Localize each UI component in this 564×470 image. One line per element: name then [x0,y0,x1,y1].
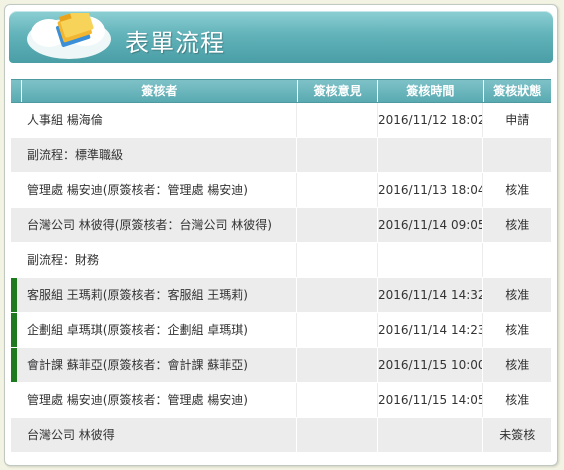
approver-cell: 管理處 楊安迪(原簽核者：管理處 楊安迪) [26,393,248,407]
status-cell [482,138,551,172]
opinion-cell [296,313,377,347]
table-row: 台灣公司 林彼得(原簽核者：台灣公司 林彼得) 2016/11/14 09:05 核… [11,208,551,243]
status-cell: 核准 [482,313,551,347]
opinion-cell [296,138,377,172]
row-status-marker [11,348,17,382]
time-cell: 2016/11/14 14:23 [376,313,482,347]
table-body: 人事組 楊海倫 2016/11/12 18:02 申請副流程：標準職級管理處 楊安迪… [11,103,551,453]
approver-cell: 會計課 蘇菲亞(原簽核者：會計課 蘇菲亞) [26,358,248,372]
row-status-marker [11,243,17,277]
status-cell: 未簽核 [482,418,551,452]
time-cell [376,243,482,277]
opinion-cell [296,173,377,207]
header-marker-column [11,80,21,102]
row-status-marker [11,173,17,207]
status-cell: 核准 [482,208,551,242]
approver-cell: 副流程：標準職級 [26,148,123,162]
row-status-marker [11,418,17,452]
form-flow-panel: 表單流程 簽核者 簽核意見 簽核時間 簽核狀態 人事組 楊海倫 2016/11/1… [4,4,558,466]
row-status-marker [11,103,17,137]
status-cell: 申請 [482,103,551,137]
table-row: 企劃組 卓瑪琪(原簽核者：企劃組 卓瑪琪) 2016/11/14 14:23 核准 [11,313,551,348]
row-status-marker [11,278,17,312]
table-row: 副流程：財務 [11,243,551,278]
table-row: 台灣公司 林彼得 未簽核 [11,418,551,453]
column-header-time: 簽核時間 [377,80,482,102]
table-row: 會計課 蘇菲亞(原簽核者：會計課 蘇菲亞) 2016/11/15 10:00 核准 [11,348,551,383]
time-cell: 2016/11/14 09:05 [376,208,482,242]
approval-table: 簽核者 簽核意見 簽核時間 簽核狀態 人事組 楊海倫 2016/11/12 18:… [11,79,551,453]
table-row: 人事組 楊海倫 2016/11/12 18:02 申請 [11,103,551,138]
approver-cell: 企劃組 卓瑪琪(原簽核者：企劃組 卓瑪琪) [26,323,248,337]
panel-header: 表單流程 [9,11,553,63]
status-cell: 核准 [482,348,551,382]
table-row: 管理處 楊安迪(原簽核者：管理處 楊安迪) 2016/11/15 14:05 核准 [11,383,551,418]
opinion-cell [296,278,377,312]
folder-stack-icon [27,13,111,59]
row-status-marker [11,313,17,347]
time-cell [376,418,482,452]
opinion-cell [296,243,377,277]
table-row: 客服組 王瑪莉(原簽核者：客服組 王瑪莉) 2016/11/14 14:32 核准 [11,278,551,313]
row-status-marker [11,208,17,242]
approver-cell: 台灣公司 林彼得(原簽核者：台灣公司 林彼得) [26,218,272,232]
status-cell: 核准 [482,383,551,417]
status-cell [482,243,551,277]
status-cell: 核准 [482,278,551,312]
opinion-cell [296,348,377,382]
time-cell [376,138,482,172]
row-status-marker [11,138,17,172]
time-cell: 2016/11/14 14:32 [376,278,482,312]
column-header-status: 簽核狀態 [482,80,552,102]
opinion-cell [296,418,377,452]
time-cell: 2016/11/13 18:04 [376,173,482,207]
approver-cell: 台灣公司 林彼得 [26,428,115,442]
opinion-cell [296,208,377,242]
approver-cell: 人事組 楊海倫 [26,113,103,127]
table-row: 副流程：標準職級 [11,138,551,173]
row-status-marker [11,383,17,417]
status-cell: 核准 [482,173,551,207]
approver-cell: 管理處 楊安迪(原簽核者：管理處 楊安迪) [26,183,248,197]
opinion-cell [296,103,377,137]
table-row: 管理處 楊安迪(原簽核者：管理處 楊安迪) 2016/11/13 18:04 核准 [11,173,551,208]
approver-cell: 副流程：財務 [26,253,99,267]
column-header-approver: 簽核者 [20,80,297,102]
time-cell: 2016/11/15 14:05 [376,383,482,417]
page-title: 表單流程 [125,29,225,57]
column-header-opinion: 簽核意見 [296,80,377,102]
table-header: 簽核者 簽核意見 簽核時間 簽核狀態 [11,79,551,103]
approver-cell: 客服組 王瑪莉(原簽核者：客服組 王瑪莉) [26,288,248,302]
time-cell: 2016/11/15 10:00 [376,348,482,382]
time-cell: 2016/11/12 18:02 [376,103,482,137]
opinion-cell [296,383,377,417]
